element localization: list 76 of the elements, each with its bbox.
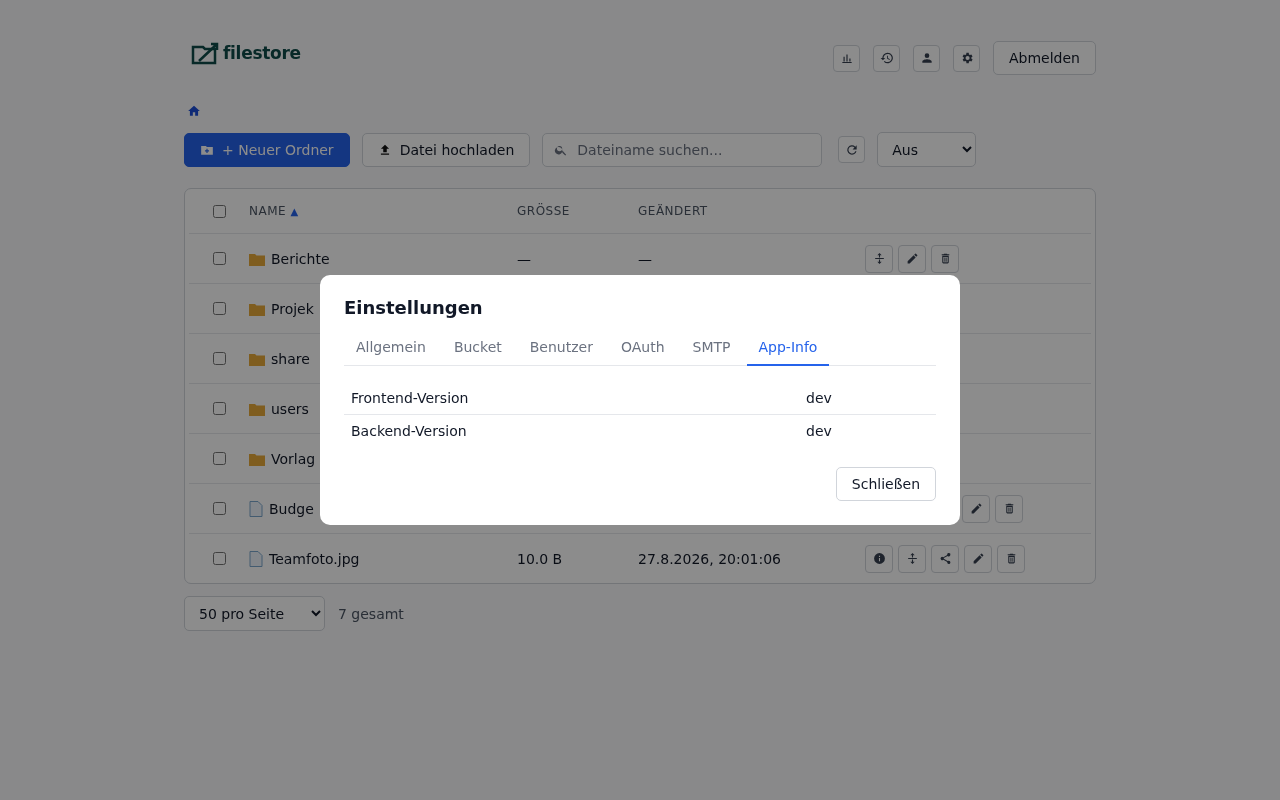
folder-icon [249,301,265,316]
share-button[interactable] [931,544,959,573]
refresh-button[interactable] [838,136,866,163]
settings-tab[interactable]: OAuth [608,330,677,366]
info-value: dev [806,423,832,439]
row-checkbox[interactable] [212,452,226,465]
search-field[interactable]: Dateiname suchen... [542,132,823,167]
user-button[interactable] [913,44,940,72]
settings-tab[interactable]: App-Info [746,330,830,366]
close-button[interactable]: Schließen [835,467,936,501]
info-icon [872,552,886,565]
folder-icon [249,451,265,466]
folder-icon [249,251,265,266]
total-count: 7 gesamt [338,605,404,622]
pencil-icon [969,502,983,515]
bar-chart-button[interactable] [833,44,860,72]
info-label: Frontend-Version [351,390,470,406]
folder-icon [249,401,265,416]
pencil-button[interactable] [964,544,992,573]
logo-icon [191,41,221,65]
modified-date: 27.8.2026, 20:01:06 [638,550,782,567]
trash-button[interactable] [931,244,959,273]
row-checkbox[interactable] [212,302,226,315]
file-size: — [517,250,531,267]
file-name[interactable]: Vorlag [271,450,316,467]
settings-button[interactable] [953,44,980,72]
trash-button[interactable] [995,494,1023,523]
filter-select[interactable]: Aus [877,132,977,167]
pencil-button[interactable] [962,494,990,523]
home-icon[interactable] [187,104,201,118]
row-checkbox[interactable] [212,402,226,415]
file-size: 10.0 B [517,550,563,567]
logo-text: filestore [223,43,301,63]
row-checkbox[interactable] [212,352,226,365]
row-checkbox[interactable] [212,502,226,515]
dialog-title: Einstellungen [344,297,484,318]
file-name[interactable]: Budge [269,500,314,517]
file-name[interactable]: Projek [271,300,314,317]
info-button[interactable] [865,544,893,573]
refresh-icon [844,142,859,157]
settings-tab[interactable]: Bucket [441,330,514,366]
select-all-checkbox[interactable] [212,204,226,218]
column-header[interactable]: GRÖSSE [517,204,638,218]
column-header[interactable]: NAME ▲ [249,204,517,218]
pencil-button[interactable] [898,244,926,273]
row-checkbox[interactable] [212,552,226,565]
row-checkbox[interactable] [212,252,226,265]
trash-button[interactable] [997,544,1025,573]
column-header[interactable]: GEÄNDERT [638,204,865,218]
history-icon [879,51,894,65]
file-name[interactable]: Teamfoto.jpg [269,550,360,567]
document-icon [249,500,263,517]
settings-tab[interactable]: SMTP [680,330,743,366]
logout-button[interactable]: Abmelden [993,41,1096,75]
folder-icon [249,351,265,366]
page-size-select[interactable]: 50 pro Seite [184,596,325,631]
info-value: dev [806,390,832,406]
history-button[interactable] [873,44,900,72]
pencil-icon [971,552,985,565]
share-icon [938,552,952,565]
pencil-icon [905,252,919,265]
move-button[interactable] [898,544,926,573]
new-folder-button[interactable]: + Neuer Ordner [184,132,350,167]
file-name[interactable]: share [271,350,310,367]
user-icon [919,51,934,65]
settings-tab[interactable]: Benutzer [517,330,605,366]
file-name[interactable]: users [271,400,309,417]
move-icon [872,252,886,265]
modified-date: — [638,250,652,267]
document-icon [249,550,263,567]
upload-button[interactable]: Datei hochladen [361,132,531,167]
file-name[interactable]: Berichte [271,250,330,267]
move-button[interactable] [865,244,893,273]
move-icon [905,552,919,565]
info-label: Backend-Version [351,423,468,439]
settings-tab[interactable]: Allgemein [344,330,438,366]
